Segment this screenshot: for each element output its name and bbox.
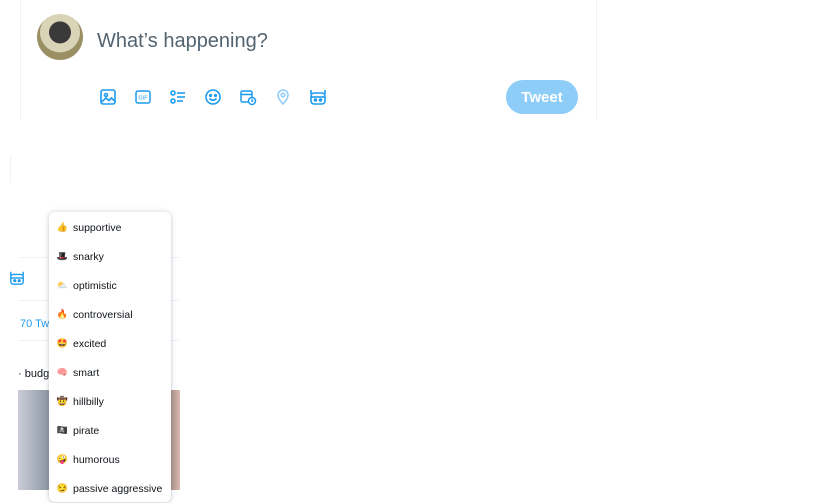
bot-icon[interactable]	[8, 270, 26, 291]
menu-item-passive-aggressive[interactable]: 😏 passive aggressive	[49, 474, 171, 503]
gif-icon[interactable]: GIF	[132, 86, 154, 108]
top-hat-icon: 🎩	[56, 251, 69, 261]
compose-input[interactable]: What’s happening?	[97, 30, 268, 53]
smirk-icon: 😏	[56, 483, 69, 493]
menu-item-label: excited	[73, 337, 107, 350]
menu-item-label: supportive	[73, 221, 122, 234]
cowboy-icon: 🤠	[56, 396, 69, 406]
menu-item-hillbilly[interactable]: 🤠 hillbilly	[49, 387, 171, 416]
thumbs-up-icon: 👍	[56, 222, 69, 232]
location-icon[interactable]	[272, 86, 294, 108]
menu-item-label: humorous	[73, 453, 120, 466]
avatar[interactable]	[37, 14, 83, 60]
menu-item-label: pirate	[73, 424, 100, 437]
brain-icon: 🧠	[56, 367, 69, 377]
menu-item-label: passive aggressive	[73, 482, 163, 495]
menu-item-excited[interactable]: 🤩 excited	[49, 329, 171, 358]
bot-icon[interactable]	[307, 86, 329, 108]
fire-icon: 🔥	[56, 309, 69, 319]
divider	[10, 155, 11, 183]
menu-item-snarky[interactable]: 🎩 snarky	[49, 242, 171, 271]
emoji-icon[interactable]	[202, 86, 224, 108]
tweet-button[interactable]: Tweet	[506, 80, 578, 114]
menu-item-controversial[interactable]: 🔥 controversial	[49, 300, 171, 329]
menu-item-humorous[interactable]: 🤪 humorous	[49, 445, 171, 474]
schedule-icon[interactable]	[237, 86, 259, 108]
menu-item-label: smart	[73, 366, 100, 379]
image-icon[interactable]	[97, 86, 119, 108]
composer-toolbar: GIF	[97, 86, 329, 108]
menu-item-label: snarky	[73, 250, 104, 263]
menu-item-supportive[interactable]: 👍 supportive	[49, 213, 171, 242]
menu-item-pirate[interactable]: 🏴‍☠️ pirate	[49, 416, 171, 445]
menu-item-label: optimistic	[73, 279, 117, 292]
svg-text:GIF: GIF	[138, 96, 148, 102]
tweet-composer: What’s happening? GIF Tweet	[20, 0, 597, 120]
menu-item-optimistic[interactable]: ⛅ optimistic	[49, 271, 171, 300]
menu-item-label: controversial	[73, 308, 133, 321]
menu-item-label: hillbilly	[73, 395, 104, 408]
star-eyes-icon: 🤩	[56, 338, 69, 348]
menu-item-smart[interactable]: 🧠 smart	[49, 358, 171, 387]
sun-cloud-icon: ⛅	[56, 280, 69, 290]
poll-icon[interactable]	[167, 86, 189, 108]
tweet-count-link[interactable]: 70 Tw	[20, 318, 49, 330]
tone-dropdown-menu: 👍 supportive 🎩 snarky ⛅ optimistic 🔥 con…	[49, 212, 171, 502]
zany-face-icon: 🤪	[56, 454, 69, 464]
pirate-flag-icon: 🏴‍☠️	[56, 425, 69, 435]
